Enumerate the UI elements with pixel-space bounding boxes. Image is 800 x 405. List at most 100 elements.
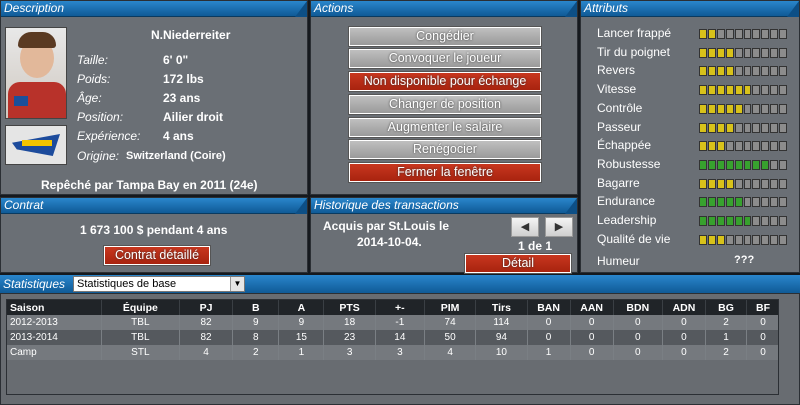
attribute-label: Échappée [597, 138, 652, 153]
attribute-bar [699, 141, 788, 152]
attribute-bar-segment [761, 178, 770, 189]
dismiss-button[interactable]: Congédier [349, 27, 541, 46]
attribute-bar-segment [770, 47, 779, 58]
attribute-bar-segment [743, 197, 752, 208]
transaction-text-2: 2014-10-04. [357, 235, 422, 249]
stats-cell: 9 [278, 315, 325, 330]
attribute-bar-segment [779, 103, 788, 114]
stats-cell: 0 [570, 315, 614, 330]
stats-cell: 0 [613, 330, 663, 345]
attribute-bar-segment [743, 141, 752, 152]
attribute-bar-segment [707, 47, 716, 58]
contract-details-button[interactable]: Contrat détaillé [104, 246, 210, 265]
attribute-label: Tir du poignet [597, 44, 670, 59]
next-transaction-button[interactable]: ▶ [545, 217, 573, 237]
attribute-bar-segment [707, 197, 716, 208]
attribute-bar-segment [779, 66, 788, 77]
stats-row[interactable]: Camp STL 4 2 1 3 3 4 10 1 0 0 0 2 0 [7, 345, 778, 360]
stats-cell: -1 [375, 315, 425, 330]
stats-cell: 0 [527, 315, 571, 330]
attribute-bar-segment [707, 85, 716, 96]
stats-column-header[interactable]: +- [375, 300, 425, 315]
attribute-bar-segment [725, 216, 734, 226]
attribute-bar [699, 178, 788, 190]
stats-column-header[interactable]: PIM [424, 300, 477, 315]
stats-cell: 114 [475, 315, 528, 330]
dropdown-arrow-icon[interactable]: ▼ [230, 277, 244, 291]
stats-type-select[interactable]: Statistiques de base ▼ [73, 276, 245, 292]
attribute-bar-segment [743, 178, 752, 189]
stats-column-header[interactable]: ADN [662, 300, 707, 315]
attribute-bar-segment [752, 29, 761, 39]
stats-column-header[interactable]: BF [746, 300, 778, 315]
attribute-bar-segment [761, 234, 770, 245]
attribute-bar-segment [707, 216, 716, 226]
attribute-bar-segment [734, 29, 743, 39]
attributes-header: Attributs [581, 1, 799, 17]
stats-row[interactable]: 2012-2013 TBL 82 9 9 18 -1 74 114 0 0 0 0 2 0 [7, 315, 778, 330]
stats-column-header[interactable]: PJ [179, 300, 234, 315]
attribute-bar-segment [716, 178, 725, 189]
contract-summary: 1 673 100 $ pendant 4 ans [80, 223, 228, 237]
attribute-bar-segment [752, 103, 761, 114]
stats-row[interactable]: 2013-2014 TBL 82 8 15 23 14 50 94 0 0 0 0 1 0 [7, 330, 778, 345]
attribute-bar-segment [743, 122, 752, 133]
call-up-player-button[interactable]: Convoquer le joueur [349, 49, 541, 68]
attribute-bar-segment [779, 197, 788, 208]
stats-cell: 15 [278, 330, 325, 345]
origin-value: Switzerland (Coire) [126, 150, 226, 162]
stats-column-header[interactable]: Saison [7, 300, 102, 315]
attribute-bar-segment [761, 197, 770, 208]
change-position-button[interactable]: Changer de position [349, 95, 541, 114]
stats-cell: 0 [662, 330, 707, 345]
stats-column-header[interactable]: Équipe [101, 300, 180, 315]
stats-column-header[interactable]: BAN [527, 300, 571, 315]
statistics-panel: Saison Équipe PJ B A PTS +- PIM Tirs BAN AAN BDN ADN… [0, 293, 800, 405]
attribute-bar [699, 66, 788, 77]
raise-salary-button[interactable]: Augmenter le salaire [349, 118, 541, 137]
not-available-for-trade-button[interactable]: Non disponible pour échange [349, 72, 541, 91]
attribute-bar-segment [725, 47, 734, 58]
stats-column-header[interactable]: BG [705, 300, 748, 315]
attribute-bar-segment [743, 66, 752, 77]
attribute-bar-segment [725, 141, 734, 152]
attribute-bar-segment [716, 216, 725, 226]
attribute-bar-segment [779, 29, 788, 39]
stats-column-header[interactable]: A [278, 300, 325, 315]
attribute-bar-segment [734, 141, 743, 152]
attribute-bar-segment [699, 122, 707, 133]
stats-cell: Camp [7, 345, 102, 360]
stats-cell: 0 [613, 315, 663, 330]
stats-column-header[interactable]: PTS [323, 300, 376, 315]
attribute-label: Lancer frappé [597, 26, 672, 40]
stats-cell: 18 [323, 315, 376, 330]
attribute-bar-segment [770, 85, 779, 96]
transaction-detail-button[interactable]: Détail [465, 254, 571, 273]
renegotiate-button[interactable]: Renégocier [349, 140, 541, 159]
attribute-bar-segment [734, 103, 743, 114]
actions-header: Actions [311, 1, 577, 17]
attribute-bar-segment [725, 29, 734, 39]
attribute-label: Endurance [597, 194, 656, 209]
attribute-bar-segment [743, 216, 752, 226]
stats-column-header[interactable]: Tirs [475, 300, 528, 315]
previous-transaction-button[interactable]: ◀ [511, 217, 539, 237]
attribute-bar-segment [761, 29, 770, 39]
height-value: 6' 0" [163, 53, 189, 67]
attribute-bar-segment [779, 234, 788, 245]
description-panel: Description N.Niederreiter Taille: 6' 0"… [0, 0, 308, 195]
attribute-bar-segment [743, 29, 752, 39]
close-window-button[interactable]: Fermer la fenêtre [349, 163, 541, 182]
attribute-bar-segment [734, 178, 743, 189]
stats-cell: 2 [232, 345, 280, 360]
attribute-bar-segment [770, 66, 779, 77]
attribute-bar-segment [770, 159, 779, 170]
stats-column-header[interactable]: B [232, 300, 280, 315]
stats-cell: 0 [662, 345, 707, 360]
attributes-panel: Attributs Lancer frappé Tir du poignet Rev… [580, 0, 800, 273]
stats-column-header[interactable]: AAN [570, 300, 614, 315]
attribute-bar-segment [752, 216, 761, 226]
stats-column-header[interactable]: BDN [613, 300, 663, 315]
stats-cell: 0 [746, 330, 778, 345]
player-photo [5, 27, 67, 119]
